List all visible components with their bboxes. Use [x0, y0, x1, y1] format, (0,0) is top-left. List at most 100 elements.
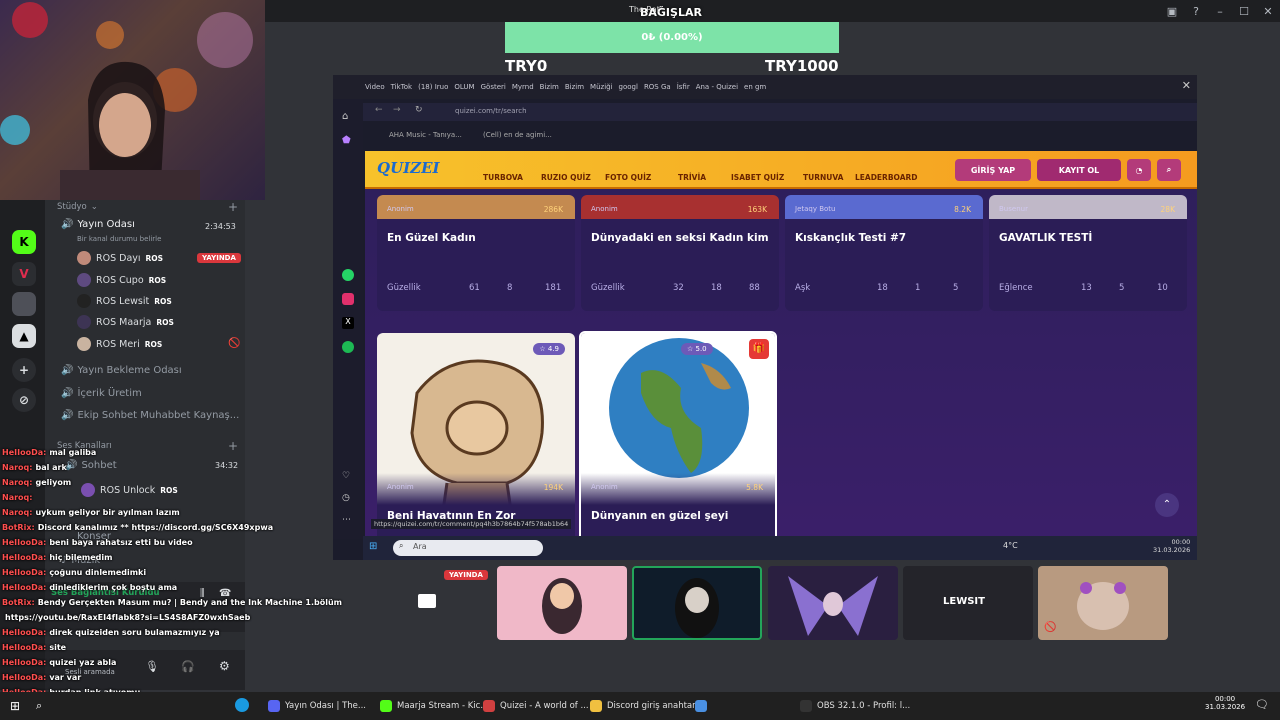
taskbar-app[interactable] [695, 696, 712, 716]
quiz-card[interactable]: Anonim 286K En Güzel Kadın Güzellik 61 8 181 [377, 195, 575, 311]
gift-icon[interactable]: 🎁 [749, 339, 769, 359]
whatsapp-icon[interactable] [342, 269, 354, 281]
nav-item[interactable]: ISABET QUİZ [731, 173, 784, 182]
browser-tab[interactable]: Video [365, 83, 385, 91]
taskbar-app[interactable]: Maarja Stream - Kic... [380, 696, 488, 716]
voice-user[interactable]: ROS Dayı ROS [77, 251, 163, 265]
participant-tile[interactable]: LEWSIT [903, 566, 1033, 640]
voice-user[interactable]: ROS Lewsit ROS [77, 294, 172, 308]
history-icon[interactable]: ◷ [342, 493, 350, 503]
bell-icon[interactable]: ◔ [1127, 159, 1151, 181]
nav-item[interactable]: FOTO QUİZ [605, 173, 651, 182]
chat-author: HeIIooDa: [2, 568, 47, 577]
voice-user[interactable]: ROS Maarja ROS [77, 315, 174, 329]
close-icon[interactable]: ✕ [1256, 0, 1280, 22]
nav-item[interactable]: TURNUVA [803, 173, 843, 182]
browser-tab[interactable]: Bizim [540, 83, 559, 91]
start-icon[interactable]: ⊞ [369, 541, 377, 552]
signup-button[interactable]: KAYIT OL [1037, 159, 1121, 181]
extension-icon[interactable]: ⬟ [342, 135, 351, 146]
app-icon [590, 700, 602, 712]
browser-tab[interactable]: Myrnd [512, 83, 534, 91]
quiz-card[interactable]: Jetaqy Botu 8.2K Kıskançlık Testi #7 Aşk 18 1… [785, 195, 983, 311]
taskbar-app[interactable]: Quizei - A world of ... [483, 696, 589, 716]
reload-icon[interactable]: ↻ [415, 105, 423, 115]
edge-icon[interactable] [235, 698, 249, 712]
site-logo[interactable]: QUIZEI [377, 159, 440, 177]
nav-item[interactable]: TURBOVA [483, 173, 523, 182]
forward-icon[interactable]: → [393, 105, 401, 115]
close-icon[interactable]: ✕ [1182, 79, 1191, 92]
url-input[interactable]: quizei.com/tr/search [455, 107, 527, 115]
browser-tab[interactable]: ROS Ga [644, 83, 671, 91]
nav-item[interactable]: LEADERBOARD [855, 173, 918, 182]
scroll-top-button[interactable]: ⌃ [1155, 493, 1179, 517]
category-studio[interactable]: Stüdyo ⌄ [57, 202, 98, 212]
browser-tab[interactable]: OLUM [454, 83, 474, 91]
browser-tab[interactable]: Ana - Quizei [696, 83, 738, 91]
chat-author: HeIIooDa: [2, 553, 47, 562]
voice-user[interactable]: ROS Meri ROS [77, 337, 162, 351]
card-category: Aşk [795, 283, 811, 293]
add-channel-icon[interactable]: + [228, 200, 238, 214]
stream-capture: Video TikTok (18) Iruo OLUM Gösteri Myrnd Bizi… [333, 75, 1197, 560]
inbox-icon[interactable]: ▣ [1160, 0, 1184, 22]
participant-tile-speaking[interactable] [632, 566, 762, 640]
valorant-server-icon[interactable]: V [12, 262, 36, 286]
kick-server-icon[interactable]: K [12, 230, 36, 254]
channel-item[interactable]: 🔊 İçerik Üretim [61, 388, 142, 399]
quiz-card[interactable]: Busenur 28K GAVATLIK TESTİ Eğlence 13 5 10 [989, 195, 1187, 311]
browser-tab[interactable]: Müziği [590, 83, 612, 91]
browser-tab[interactable]: İsfir [677, 83, 690, 91]
home-icon[interactable]: ⌂ [342, 111, 348, 122]
participant-tile[interactable] [497, 566, 627, 640]
bookmark[interactable]: AHA Music - Tanıya... [389, 131, 462, 139]
role-badge: ROS [148, 275, 167, 285]
start-icon[interactable]: ⊞ [10, 699, 20, 713]
back-icon[interactable]: ← [375, 105, 383, 115]
browser-tab[interactable]: TikTok [391, 83, 412, 91]
game-server-icon[interactable]: ▲ [12, 324, 36, 348]
speaker-icon: 🔊 [61, 219, 74, 230]
search-icon[interactable]: ⌕ [1157, 159, 1181, 181]
nav-item[interactable]: RUZIO QUİZ [541, 173, 591, 182]
x-icon[interactable]: X [342, 317, 354, 329]
browser-sidebar: ⌂ ⬟ X ♡ ◷ ⋯ [333, 99, 363, 539]
login-button[interactable]: GİRİŞ YAP [955, 159, 1031, 181]
browser-tab[interactable]: googl [619, 83, 638, 91]
participant-tile[interactable]: 🚫 [1038, 566, 1168, 640]
participant-tile[interactable] [768, 566, 898, 640]
browser-tab[interactable]: en gm [744, 83, 766, 91]
clock-time: 00:00 [1214, 695, 1236, 703]
category-label: Stüdyo [57, 202, 87, 212]
search-icon[interactable]: ⌕ [36, 699, 42, 713]
minimize-icon[interactable]: – [1208, 0, 1232, 22]
instagram-icon[interactable] [342, 293, 354, 305]
voice-channel-live[interactable]: 🔊 Yayın Odası [61, 219, 135, 230]
taskbar-app[interactable]: Discord giriş anahtarı [590, 696, 698, 716]
voice-user[interactable]: ROS Cupo ROS [77, 273, 166, 287]
quiz-card[interactable]: Anonim 163K Dünyadaki en seksi Kadın kim Gü… [581, 195, 779, 311]
quiz-card[interactable]: ☆ 5.0 🎁 Anonim 5.8K Dünyanın en güzel şe… [579, 331, 777, 551]
browser-tab[interactable]: (18) Iruo [418, 83, 448, 91]
heart-icon[interactable]: ♡ [342, 471, 350, 481]
notification-icon[interactable]: 🗨 [1255, 698, 1269, 711]
nav-item[interactable]: TRİVİA [678, 173, 706, 182]
browser-tab[interactable]: Gösteri [481, 83, 506, 91]
channel-item[interactable]: 🔊 Yayın Bekleme Odası [61, 365, 182, 376]
app-label: Quizei - A world of ... [500, 701, 589, 711]
maximize-icon[interactable]: ☐ [1232, 0, 1256, 22]
add-server-icon[interactable]: + [12, 358, 36, 382]
spotify-icon[interactable] [342, 341, 354, 353]
taskbar-app[interactable]: Yayın Odası | The... [268, 696, 366, 716]
help-icon[interactable]: ? [1184, 0, 1208, 22]
taskbar-app[interactable]: OBS 32.1.0 - Profil: l... [800, 696, 910, 716]
channel-item[interactable]: 🔊 Ekip Sohbet Muhabbet Kaynaş... [61, 410, 239, 421]
screen-share-icon[interactable] [418, 594, 436, 608]
bookmark[interactable]: (Cell) en de agimi... [483, 131, 552, 139]
more-icon[interactable]: ⋯ [342, 515, 351, 525]
discover-icon[interactable]: ⊘ [12, 388, 36, 412]
browser-tab[interactable]: Bizim [565, 83, 584, 91]
server-icon[interactable] [12, 292, 36, 316]
search-box[interactable]: ⌕ Ara [393, 540, 543, 556]
